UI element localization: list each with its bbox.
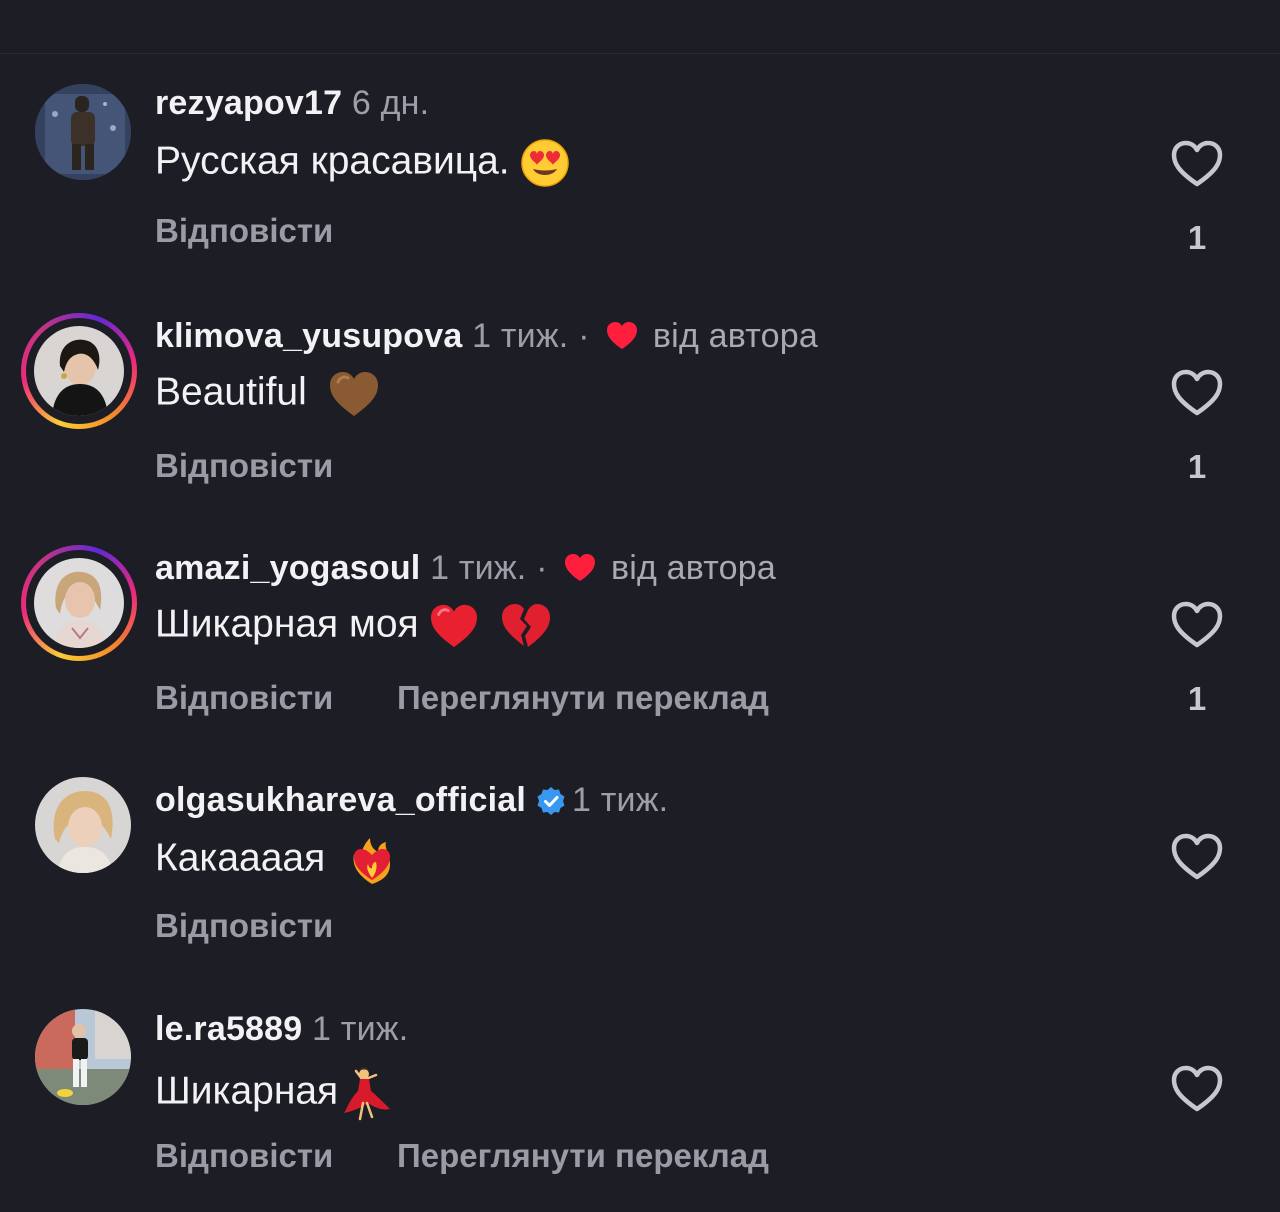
comment-header: klimova_yusupova 1 тиж. · від автора [155, 317, 818, 356]
see-translation-button[interactable]: Переглянути переклад [397, 1137, 769, 1175]
avatar-photo [35, 1009, 131, 1105]
brown-heart-emoji [329, 372, 378, 416]
comment-text: Какаааая [155, 836, 326, 880]
comment-text: Русская красавица. [155, 139, 510, 183]
username-link[interactable]: amazi_yogasoul [155, 549, 420, 587]
comment-item: le.ra5889 1 тиж. Шикарная Відповісти Пер… [0, 1009, 1280, 1212]
comment-text: Шикарная [155, 1069, 339, 1113]
comment-text-row: Шикарная моя [155, 602, 552, 650]
see-translation-button[interactable]: Переглянути переклад [397, 679, 769, 717]
heart-on-fire-emoji [353, 838, 391, 884]
avatar-photo [35, 777, 131, 873]
heart-eyes-emoji [521, 139, 570, 187]
heart-outline-icon [1171, 369, 1223, 416]
reply-button[interactable]: Відповісти [155, 1137, 333, 1175]
meta-separator: · [536, 549, 548, 587]
avatar[interactable] [35, 84, 131, 180]
comment-text: Beautiful [155, 370, 307, 414]
comment-header: amazi_yogasoul 1 тиж. · від автора [155, 549, 776, 588]
comment-header: rezyapov17 6 дн. [155, 84, 429, 123]
story-ring-avatar[interactable] [21, 313, 137, 429]
by-author-label: від автора [610, 549, 776, 587]
comment-time: 1 тиж. [472, 317, 569, 355]
reply-button[interactable]: Відповісти [155, 447, 333, 485]
comment-header: olgasukhareva_official 1 тиж. [155, 781, 668, 820]
avatar-photo [34, 326, 124, 416]
comment-time: 6 дн. [351, 84, 430, 122]
comment-text-row: Beautiful [155, 370, 380, 418]
username-link[interactable]: klimova_yusupova [155, 317, 462, 355]
dancer-emoji [344, 1067, 391, 1121]
story-ring-avatar[interactable] [21, 545, 137, 661]
username-link[interactable]: le.ra5889 [155, 1010, 302, 1048]
by-author-label: від автора [652, 317, 818, 355]
avatar-photo [35, 84, 131, 180]
comment-item: amazi_yogasoul 1 тиж. · від автора Шикар… [0, 545, 1280, 765]
avatar[interactable] [35, 777, 131, 873]
broken-heart-emoji [502, 604, 551, 647]
like-button[interactable] [1170, 600, 1224, 650]
heart-outline-icon [1171, 140, 1223, 187]
heart-outline-icon [1171, 833, 1223, 880]
like-count: 1 [1187, 680, 1207, 717]
like-button[interactable] [1170, 368, 1224, 418]
like-button[interactable] [1170, 139, 1224, 189]
comments-screen: rezyapov17 6 дн. Русская красавица. Відп… [0, 0, 1280, 1212]
avatar[interactable] [35, 1009, 131, 1105]
heart-outline-icon [1171, 601, 1223, 648]
comment-item: olgasukhareva_official 1 тиж. Какаааая В… [0, 777, 1280, 997]
reply-button[interactable]: Відповісти [155, 679, 333, 717]
comment-item: rezyapov17 6 дн. Русская красавица. Відп… [0, 84, 1280, 304]
top-divider [0, 53, 1280, 54]
comment-header: le.ra5889 1 тиж. [155, 1010, 408, 1049]
verified-badge-icon [537, 787, 565, 815]
meta-separator: · [578, 317, 590, 355]
comment-time: 1 тиж. [430, 549, 527, 587]
comment-item: klimova_yusupova 1 тиж. · від автора Bea… [0, 313, 1280, 533]
comment-text-row: Русская красавица. [155, 138, 570, 188]
like-count: 1 [1187, 219, 1207, 256]
reply-button[interactable]: Відповісти [155, 212, 333, 250]
heart-outline-icon [1171, 1065, 1223, 1112]
like-count: 1 [1187, 448, 1207, 485]
username-link[interactable]: olgasukhareva_official [155, 781, 526, 819]
comment-text: Шикарная моя [155, 602, 419, 646]
author-liked-heart-icon [607, 322, 638, 349]
avatar [34, 558, 124, 648]
reply-button[interactable]: Відповісти [155, 907, 333, 945]
comment-text-row: Шикарная [155, 1065, 394, 1121]
author-liked-heart-icon [565, 554, 596, 581]
comment-time: 1 тиж. [312, 1010, 409, 1048]
comment-text-row: Какаааая [155, 834, 398, 886]
avatar-photo [34, 558, 124, 648]
like-button[interactable] [1170, 832, 1224, 882]
red-heart-emoji [431, 604, 478, 648]
comment-time: 1 тиж. [572, 781, 669, 819]
like-button[interactable] [1170, 1064, 1224, 1114]
username-link[interactable]: rezyapov17 [155, 84, 342, 122]
avatar [34, 326, 124, 416]
